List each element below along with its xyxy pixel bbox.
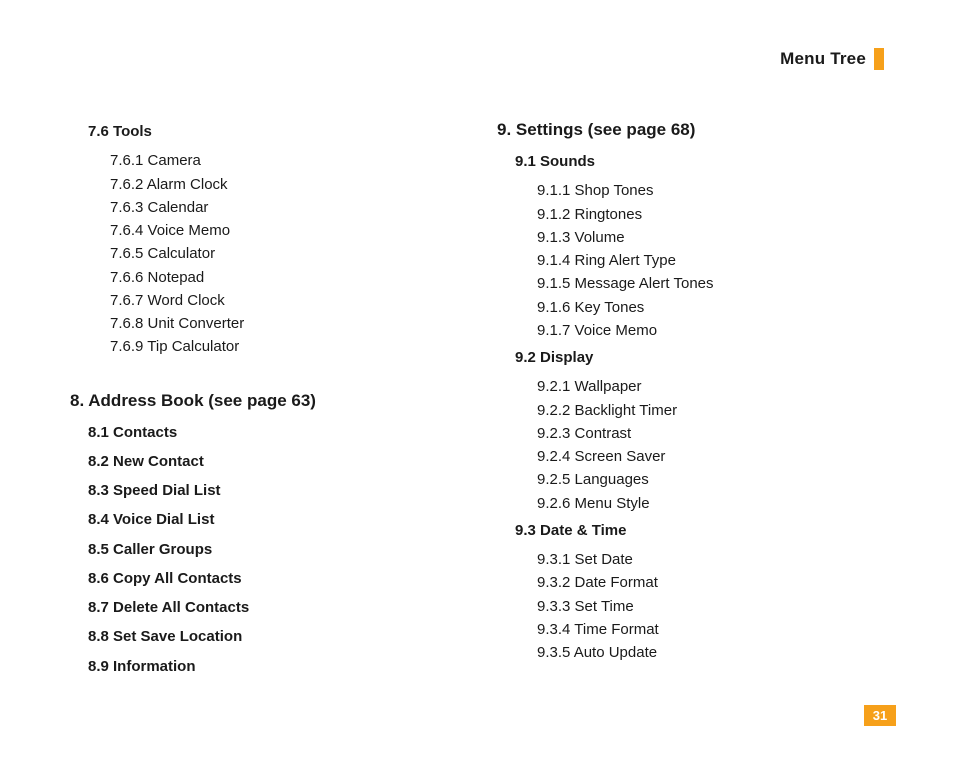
item-9-3-4: 9.3.4 Time Format	[537, 618, 884, 641]
item-9-3-5: 9.3.5 Auto Update	[537, 641, 884, 664]
right-column: 9. Settings (see page 68) 9.1 Sounds 9.1…	[497, 120, 884, 684]
section-9-1-items: 9.1.1 Shop Tones 9.1.2 Ringtones 9.1.3 V…	[537, 179, 884, 342]
item-8-2: 8.2 New Contact	[88, 450, 457, 473]
content-columns: 7.6 Tools 7.6.1 Camera 7.6.2 Alarm Clock…	[70, 120, 884, 684]
page-number: 31	[864, 705, 896, 726]
page-header-title: Menu Tree	[780, 49, 866, 69]
header-accent-bar	[874, 48, 884, 70]
item-9-2-2: 9.2.2 Backlight Timer	[537, 399, 884, 422]
item-7-6-1: 7.6.1 Camera	[110, 149, 457, 172]
item-7-6-5: 7.6.5 Calculator	[110, 242, 457, 265]
section-9-1-heading: 9.1 Sounds	[515, 150, 884, 173]
item-7-6-4: 7.6.4 Voice Memo	[110, 219, 457, 242]
item-9-1-3: 9.1.3 Volume	[537, 226, 884, 249]
manual-page: Menu Tree 7.6 Tools 7.6.1 Camera 7.6.2 A…	[0, 0, 954, 764]
item-9-3-2: 9.3.2 Date Format	[537, 571, 884, 594]
item-9-1-1: 9.1.1 Shop Tones	[537, 179, 884, 202]
section-9-3-items: 9.3.1 Set Date 9.3.2 Date Format 9.3.3 S…	[537, 548, 884, 664]
item-8-9: 8.9 Information	[88, 655, 457, 678]
item-9-2-6: 9.2.6 Menu Style	[537, 492, 884, 515]
section-8-heading: 8. Address Book (see page 63)	[70, 391, 457, 411]
item-8-3: 8.3 Speed Dial List	[88, 479, 457, 502]
item-8-7: 8.7 Delete All Contacts	[88, 596, 457, 619]
item-8-8: 8.8 Set Save Location	[88, 625, 457, 648]
item-7-6-2: 7.6.2 Alarm Clock	[110, 173, 457, 196]
item-9-1-5: 9.1.5 Message Alert Tones	[537, 272, 884, 295]
item-9-1-2: 9.1.2 Ringtones	[537, 203, 884, 226]
item-9-1-6: 9.1.6 Key Tones	[537, 296, 884, 319]
section-7-6-items: 7.6.1 Camera 7.6.2 Alarm Clock 7.6.3 Cal…	[110, 149, 457, 358]
item-7-6-3: 7.6.3 Calendar	[110, 196, 457, 219]
item-7-6-7: 7.6.7 Word Clock	[110, 289, 457, 312]
item-9-2-4: 9.2.4 Screen Saver	[537, 445, 884, 468]
item-9-1-4: 9.1.4 Ring Alert Type	[537, 249, 884, 272]
section-9-2-heading: 9.2 Display	[515, 346, 884, 369]
item-9-2-5: 9.2.5 Languages	[537, 468, 884, 491]
item-8-4: 8.4 Voice Dial List	[88, 508, 457, 531]
item-7-6-6: 7.6.6 Notepad	[110, 266, 457, 289]
page-header: Menu Tree	[780, 48, 884, 70]
section-9-2-items: 9.2.1 Wallpaper 9.2.2 Backlight Timer 9.…	[537, 375, 884, 515]
item-7-6-9: 7.6.9 Tip Calculator	[110, 335, 457, 358]
item-8-1: 8.1 Contacts	[88, 421, 457, 444]
item-8-6: 8.6 Copy All Contacts	[88, 567, 457, 590]
item-9-1-7: 9.1.7 Voice Memo	[537, 319, 884, 342]
item-9-3-1: 9.3.1 Set Date	[537, 548, 884, 571]
item-9-2-3: 9.2.3 Contrast	[537, 422, 884, 445]
item-9-3-3: 9.3.3 Set Time	[537, 595, 884, 618]
item-8-5: 8.5 Caller Groups	[88, 538, 457, 561]
item-9-2-1: 9.2.1 Wallpaper	[537, 375, 884, 398]
item-7-6-8: 7.6.8 Unit Converter	[110, 312, 457, 335]
section-9-3-heading: 9.3 Date & Time	[515, 519, 884, 542]
section-9-heading: 9. Settings (see page 68)	[497, 120, 884, 140]
section-7-6-heading: 7.6 Tools	[88, 120, 457, 143]
left-column: 7.6 Tools 7.6.1 Camera 7.6.2 Alarm Clock…	[70, 120, 497, 684]
